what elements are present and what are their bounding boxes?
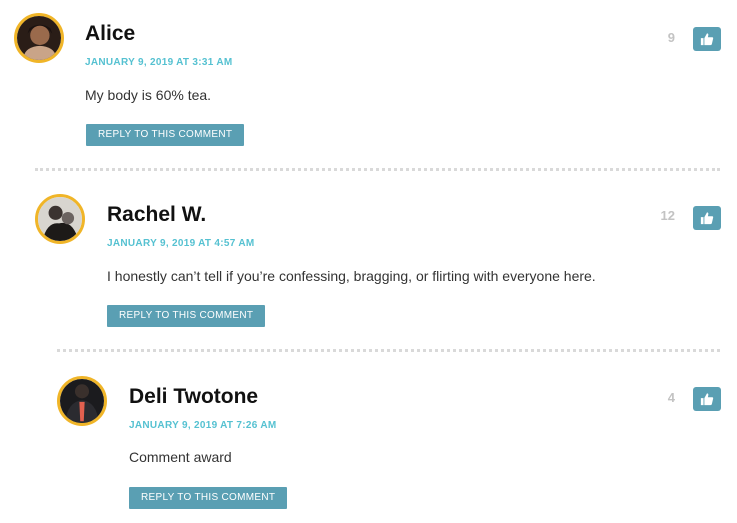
reply-button[interactable]: REPLY TO THIS COMMENT: [86, 124, 245, 146]
like-button[interactable]: [693, 27, 721, 51]
comment-text: I honestly can’t tell if you’re confessi…: [107, 268, 596, 284]
comment-text: Comment award: [129, 449, 232, 465]
like-button[interactable]: [693, 387, 721, 411]
vote-count: 9: [667, 30, 675, 45]
comment-text: My body is 60% tea.: [85, 87, 212, 103]
vote-count: 12: [660, 208, 675, 223]
avatar: [14, 13, 64, 63]
comment-author: Deli Twotone: [129, 385, 259, 408]
like-button[interactable]: [693, 206, 721, 230]
comment-date[interactable]: JANUARY 9, 2019 AT 7:26 AM: [129, 420, 276, 431]
thumbs-up-icon: [700, 212, 714, 225]
comment-date[interactable]: JANUARY 9, 2019 AT 4:57 AM: [107, 238, 254, 249]
thumbs-up-icon: [700, 33, 714, 46]
reply-button[interactable]: REPLY TO THIS COMMENT: [107, 305, 266, 327]
comment-divider: [35, 168, 720, 171]
thumbs-up-icon: [700, 393, 714, 406]
comment-author: Alice: [85, 22, 136, 45]
vote-count: 4: [667, 390, 675, 405]
comment-author: Rachel W.: [107, 203, 207, 226]
reply-button[interactable]: REPLY TO THIS COMMENT: [129, 487, 288, 509]
avatar: [35, 194, 85, 244]
avatar: [57, 376, 107, 426]
comment-date[interactable]: JANUARY 9, 2019 AT 3:31 AM: [85, 57, 232, 68]
comment-divider: [57, 349, 720, 352]
